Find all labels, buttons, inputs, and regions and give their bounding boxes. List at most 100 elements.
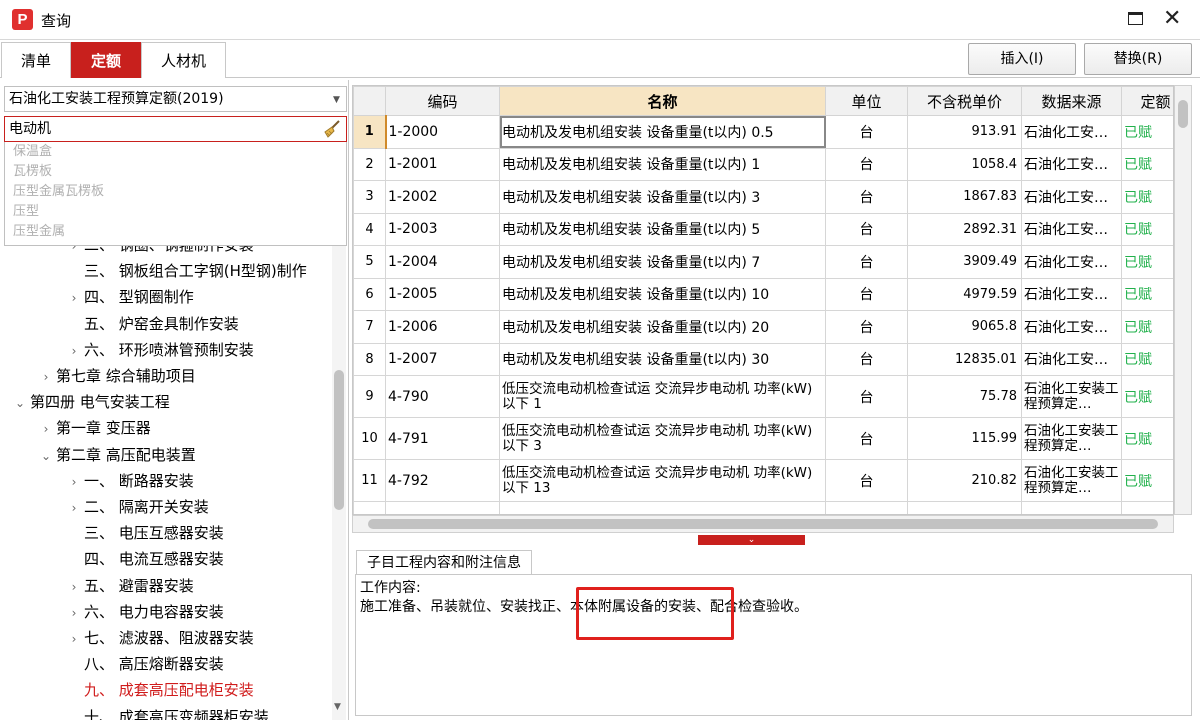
clear-broom-icon[interactable] — [322, 119, 342, 139]
column-header-source[interactable]: 数据来源 — [1021, 86, 1122, 116]
cell-unit[interactable]: 台 — [825, 245, 908, 279]
insert-button[interactable]: 插入(I) — [968, 43, 1076, 75]
row-number[interactable]: 1 — [353, 115, 387, 149]
cell-status[interactable]: 已赋 — [1121, 180, 1173, 214]
chevron-right-icon[interactable]: › — [36, 416, 56, 442]
cell-name[interactable]: 电动机及发电机组安装 设备重量(t以内) 0.5 — [499, 115, 826, 149]
cell-status[interactable]: 已赋 — [1121, 417, 1173, 460]
tree-item[interactable]: › 第一章 变压器 — [36, 415, 151, 441]
panel-splitter-chevron-icon[interactable]: ⌄ — [698, 535, 805, 545]
cell-code[interactable]: 4-792 — [385, 459, 500, 502]
row-number[interactable]: 5 — [353, 245, 386, 279]
cell-source[interactable]: 石油化工安… — [1021, 277, 1122, 311]
cell-name[interactable]: 电动机及发电机组安装 设备重量(t以内) 3 — [499, 180, 826, 214]
cell-price[interactable]: 4979.59 — [907, 277, 1022, 311]
cell-price[interactable]: 9065.8 — [907, 310, 1022, 344]
chevron-down-icon[interactable]: ⌄ — [36, 443, 56, 469]
cell-source[interactable]: 石油化工安… — [1021, 115, 1122, 149]
cell-code[interactable]: 1-2004 — [385, 245, 500, 279]
tree-item[interactable]: 八、 高压熔断器安装 — [64, 651, 224, 677]
tree-item[interactable]: › 五、 避雷器安装 — [64, 573, 194, 599]
tree-item[interactable]: › 二、 隔离开关安装 — [64, 494, 209, 520]
cell-name[interactable]: 电动机及发电机组安装 设备重量(t以内) 10 — [499, 277, 826, 311]
cell-status[interactable]: 已赋 — [1121, 115, 1173, 149]
cell-unit[interactable]: 台 — [825, 342, 908, 376]
grid-horizontal-scrollbar-thumb[interactable] — [368, 519, 1158, 529]
cell-price[interactable]: 75.78 — [907, 375, 1022, 418]
cell-status[interactable]: 已赋 — [1121, 245, 1173, 279]
cell-unit[interactable]: 台 — [825, 115, 908, 149]
table-row[interactable]: 3 1-2002 电动机及发电机组安装 设备重量(t以内) 3 台 1867.83 石油化… — [353, 180, 1173, 214]
cell-name[interactable]: 低压交流电动机检查试运 交流异步电动机 功率(kW)以下 1 — [499, 375, 826, 418]
tab-quota[interactable]: 定额 — [71, 42, 141, 78]
cell-status[interactable]: 已赋 — [1121, 310, 1173, 344]
tree-item[interactable]: › 六、 电力电容器安装 — [64, 599, 224, 625]
row-number[interactable]: 8 — [353, 342, 386, 376]
cell-name[interactable]: 低压交流电动机检查试运 交流异步电动机 功率 — [499, 501, 826, 514]
chevron-right-icon[interactable]: › — [64, 469, 84, 495]
tree-item[interactable]: 四、 电流互感器安装 — [64, 546, 224, 572]
quota-db-select[interactable]: 石油化工安装工程预算定额(2019) — [4, 86, 347, 112]
cell-source[interactable]: 石油化工安装工程预算定… — [1021, 417, 1122, 460]
table-row[interactable]: 124-793低压交流电动机检查试运 交流异步电动机 功率台331.11石油化工… — [353, 501, 1173, 514]
chevron-right-icon[interactable]: › — [64, 574, 84, 600]
tree-item[interactable]: 三、 钢板组合工字钢(H型钢)制作 — [64, 258, 307, 284]
cell-status[interactable]: 已赋 — [1121, 342, 1173, 376]
tree-item[interactable]: 十、 成套高压变频器柜安装 — [64, 704, 269, 720]
table-row[interactable]: 5 1-2004 电动机及发电机组安装 设备重量(t以内) 7 台 3909.49 石油化… — [353, 245, 1173, 279]
cell-code[interactable]: 1-2002 — [385, 180, 500, 214]
tab-labor-material-machine[interactable]: 人材机 — [141, 42, 226, 78]
cell-name[interactable]: 电动机及发电机组安装 设备重量(t以内) 7 — [499, 245, 826, 279]
cell-name[interactable]: 低压交流电动机检查试运 交流异步电动机 功率(kW)以下 3 — [499, 417, 826, 460]
cell-code[interactable]: 1-2006 — [385, 310, 500, 344]
row-number[interactable]: 10 — [353, 417, 386, 460]
suggestion-item[interactable]: 瓦楞板 — [5, 162, 346, 182]
tree-item[interactable]: ⌄ 第二章 高压配电装置 — [36, 442, 196, 468]
cell-code[interactable]: 1-2000 — [385, 115, 500, 149]
column-header-price[interactable]: 不含税单价 — [907, 86, 1022, 116]
cell-code[interactable]: 1-2001 — [385, 147, 500, 181]
cell-source[interactable]: 石油化工安… — [1021, 180, 1122, 214]
cell-source[interactable]: 石油化工安装 — [1021, 501, 1122, 514]
cell-status[interactable]: 已赋 — [1121, 501, 1173, 514]
cell-code[interactable]: 4-790 — [385, 375, 500, 418]
cell-price[interactable]: 12835.01 — [907, 342, 1022, 376]
search-input[interactable]: 电动机 — [4, 116, 347, 142]
tree-item[interactable]: 三、 电压互感器安装 — [64, 520, 224, 546]
cell-code[interactable]: 1-2005 — [385, 277, 500, 311]
column-header-status[interactable]: 定额 — [1121, 86, 1173, 116]
tree-item[interactable]: 五、 炉窑金具制作安装 — [64, 311, 239, 337]
cell-unit[interactable]: 台 — [825, 147, 908, 181]
cell-source[interactable]: 石油化工安装工程预算定… — [1021, 375, 1122, 418]
chevron-right-icon[interactable]: › — [64, 600, 84, 626]
column-header-unit[interactable]: 单位 — [825, 86, 908, 116]
tree-item[interactable]: › 七、 滤波器、阻波器安装 — [64, 625, 254, 651]
grid-vertical-scrollbar[interactable] — [1174, 85, 1192, 515]
suggestion-item[interactable]: 压型 — [5, 202, 346, 222]
chevron-down-icon[interactable]: ▼ — [333, 95, 340, 105]
table-row[interactable]: 6 1-2005 电动机及发电机组安装 设备重量(t以内) 10 台 4979.59 石油… — [353, 277, 1173, 311]
tree-item[interactable]: › 六、 环形喷淋管预制安装 — [64, 337, 254, 363]
table-row[interactable]: 8 1-2007 电动机及发电机组安装 设备重量(t以内) 30 台 12835.01 石… — [353, 342, 1173, 376]
cell-code[interactable]: 4-791 — [385, 417, 500, 460]
cell-unit[interactable]: 台 — [825, 459, 908, 502]
row-number[interactable]: 9 — [353, 375, 386, 418]
table-row[interactable]: 2 1-2001 电动机及发电机组安装 设备重量(t以内) 1 台 1058.4 石油化工… — [353, 147, 1173, 181]
cell-price[interactable]: 210.82 — [907, 459, 1022, 502]
cell-source[interactable]: 石油化工安装工程预算定… — [1021, 459, 1122, 502]
cell-price[interactable]: 115.99 — [907, 417, 1022, 460]
maximize-icon[interactable] — [1128, 12, 1143, 25]
row-number[interactable]: 4 — [353, 212, 386, 246]
cell-code[interactable]: 1-2007 — [385, 342, 500, 376]
tab-list[interactable]: 清单 — [1, 42, 71, 78]
cell-unit[interactable]: 台 — [825, 375, 908, 418]
tree-item[interactable]: 九、 成套高压配电柜安装 — [64, 677, 254, 703]
chevron-right-icon[interactable]: › — [64, 338, 84, 364]
cell-price[interactable]: 913.91 — [907, 115, 1022, 149]
cell-name[interactable]: 电动机及发电机组安装 设备重量(t以内) 30 — [499, 342, 826, 376]
scroll-down-icon[interactable]: ▼ — [334, 702, 341, 712]
cell-unit[interactable]: 台 — [825, 212, 908, 246]
cell-source[interactable]: 石油化工安… — [1021, 342, 1122, 376]
row-number[interactable]: 12 — [353, 501, 386, 514]
replace-button[interactable]: 替换(R) — [1084, 43, 1192, 75]
